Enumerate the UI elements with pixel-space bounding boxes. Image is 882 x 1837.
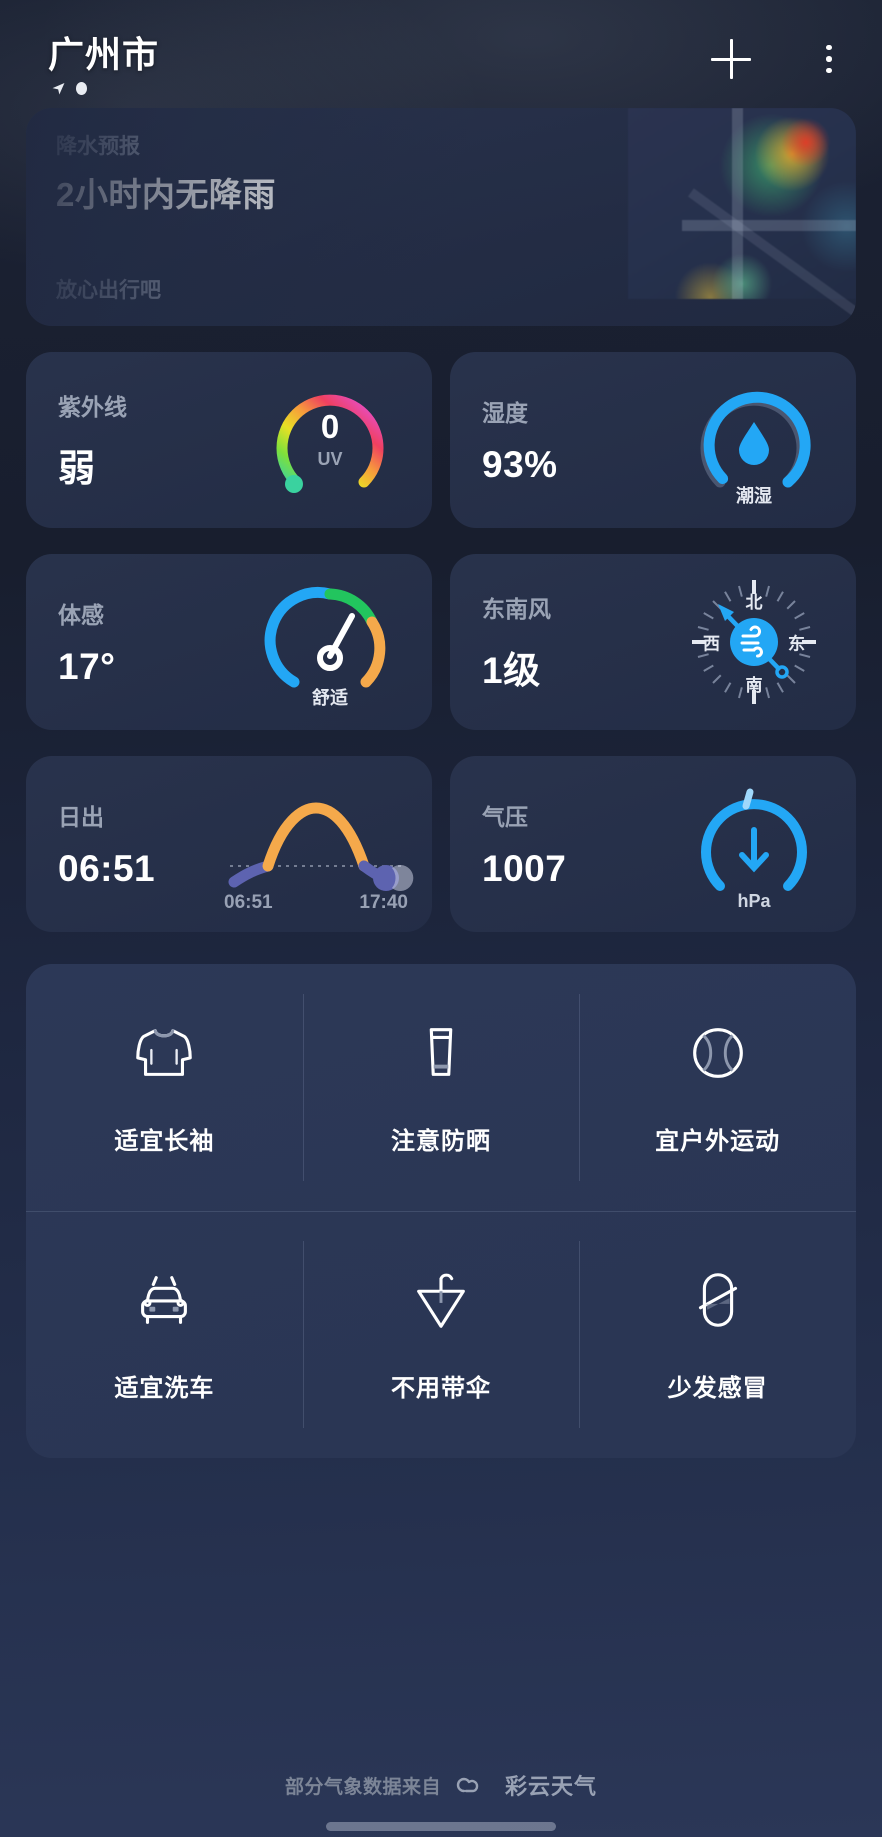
pressure-gauge: hPa <box>666 756 842 932</box>
wind-direction-label: 东南风 <box>482 596 551 622</box>
humidity-card[interactable]: 湿度 93% 潮湿 <box>450 352 856 528</box>
radar-fade-overlay <box>26 108 856 326</box>
life-index-tile-umbrella[interactable]: 不用带伞 <box>302 1211 580 1458</box>
metrics-row-1: 紫外线 弱 0 UV 湿度 93% 潮湿 <box>26 352 856 528</box>
more-options-button[interactable] <box>806 36 852 82</box>
life-index-label: 适宜长袖 <box>114 1128 215 1155</box>
sunrise-text: 日出 06:51 <box>58 798 155 890</box>
sunrise-value: 06:51 <box>58 848 156 889</box>
tennis-ball-icon <box>692 1028 743 1078</box>
feels-like-card[interactable]: 体感 17° 舒适 <box>26 554 432 730</box>
uv-gauge: 0 UV <box>242 352 418 528</box>
pressure-label: 气压 <box>482 804 528 830</box>
brand-name: 彩云天气 <box>505 1774 598 1799</box>
feels-like-value: 17° <box>58 646 116 687</box>
add-city-button[interactable] <box>708 36 754 82</box>
pressure-value: 1007 <box>482 848 567 889</box>
plus-icon <box>711 39 751 79</box>
compass-dial-icon <box>692 580 816 704</box>
uv-gauge-value: 0 <box>320 408 340 445</box>
kebab-menu-icon <box>826 44 832 74</box>
wind-compass: 北 南 西 东 <box>666 554 842 730</box>
pill-capsule-icon <box>698 1273 737 1327</box>
city-header[interactable]: 广州市 <box>48 26 159 97</box>
life-index-tile-car-wash[interactable]: 适宜洗车 <box>26 1211 303 1458</box>
page-indicator-dot <box>76 82 87 95</box>
home-indicator[interactable] <box>326 1822 556 1831</box>
uv-value: 弱 <box>58 448 96 489</box>
life-index-tile-sunscreen[interactable]: 注意防晒 <box>302 964 580 1211</box>
app-header: 广州市 <box>0 0 882 104</box>
precipitation-forecast-card[interactable]: 降水预报 2小时内无降雨 放心出行吧 <box>26 108 856 326</box>
wind-speed-value: 1级 <box>482 650 541 691</box>
humidity-value: 93% <box>482 444 558 485</box>
city-meta <box>50 80 159 97</box>
long-sleeve-shirt-icon <box>136 1029 193 1076</box>
humidity-label: 湿度 <box>482 400 528 426</box>
umbrella-icon <box>417 1273 465 1328</box>
sunrise-label: 日出 <box>58 804 104 830</box>
uv-index-card[interactable]: 紫外线 弱 0 UV <box>26 352 432 528</box>
pressure-card[interactable]: 气压 1007 hPa <box>450 756 856 932</box>
metrics-row-3: 日出 06:51 06:51 17:40 气压 1007 hPa <box>26 756 856 932</box>
feels-like-gauge-sub: 舒适 <box>312 688 348 708</box>
life-index-grid: 适宜长袖 注意防晒 宜户外运动 适宜洗车 不用带伞 少发感冒 <box>26 964 856 1458</box>
life-index-tile-outdoor-sport[interactable]: 宜户外运动 <box>579 964 856 1211</box>
sunset-time: 17:40 <box>359 892 408 913</box>
life-index-label: 不用带伞 <box>390 1375 491 1402</box>
sunrise-card[interactable]: 日出 06:51 06:51 17:40 <box>26 756 432 932</box>
car-wash-icon <box>141 1276 188 1324</box>
life-index-label: 少发感冒 <box>667 1375 768 1402</box>
wind-card[interactable]: 东南风 1级 北 南 西 东 <box>450 554 856 730</box>
location-arrow-icon <box>52 82 65 95</box>
metrics-row-2: 体感 17° 舒适 东南风 1级 北 南 西 东 <box>26 554 856 730</box>
uv-label: 紫外线 <box>58 394 127 420</box>
feels-like-gauge: 舒适 <box>242 554 418 730</box>
life-index-tile-cold-risk[interactable]: 少发感冒 <box>579 1211 856 1458</box>
life-index-label: 注意防晒 <box>390 1128 491 1155</box>
sun-times: 06:51 17:40 <box>216 892 416 914</box>
humidity-text: 湿度 93% <box>482 394 558 486</box>
uv-gauge-center: 0 UV <box>260 370 400 510</box>
wind-text: 东南风 1级 <box>482 590 551 694</box>
pressure-gauge-unit: hPa <box>737 891 771 911</box>
life-index-label: 宜户外运动 <box>655 1128 781 1155</box>
data-attribution-footer: 部分气象数据来自 彩云天气 <box>0 1769 882 1801</box>
feels-like-label: 体感 <box>58 602 104 628</box>
pressure-text: 气压 1007 <box>482 798 566 890</box>
sunrise-time: 06:51 <box>224 892 273 913</box>
humidity-gauge: 潮湿 <box>666 352 842 528</box>
life-index-tile-long-sleeve[interactable]: 适宜长袖 <box>26 964 303 1211</box>
uv-text: 紫外线 弱 <box>58 388 127 492</box>
sun-arc-graph: 06:51 17:40 <box>216 756 416 932</box>
attribution-text: 部分气象数据来自 <box>284 1776 441 1798</box>
humidity-gauge-sub: 潮湿 <box>736 486 772 506</box>
cloud-icon <box>456 1777 479 1793</box>
sunscreen-tube-icon <box>429 1028 453 1076</box>
uv-gauge-unit: UV <box>317 449 343 469</box>
feels-like-text: 体感 17° <box>58 596 115 688</box>
header-actions <box>708 26 852 82</box>
page-title: 广州市 <box>48 34 160 75</box>
life-index-label: 适宜洗车 <box>114 1375 215 1402</box>
